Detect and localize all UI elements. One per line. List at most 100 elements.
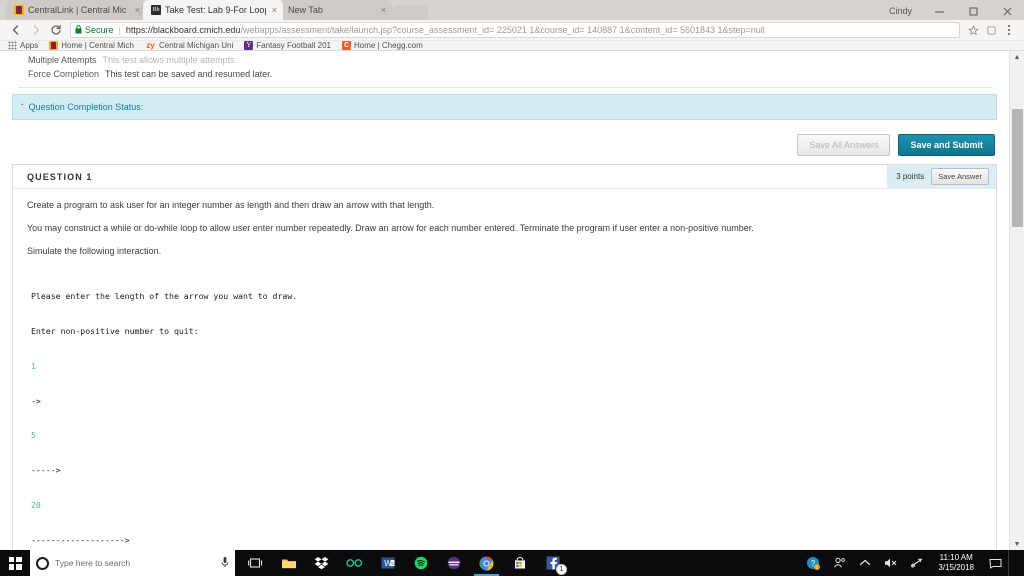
- yahoo-icon: Y: [244, 41, 254, 50]
- close-icon[interactable]: [990, 0, 1024, 22]
- browser-tab-new-tab[interactable]: New Tab ×: [280, 0, 392, 20]
- people-icon[interactable]: [826, 550, 852, 576]
- browser-tab-take-test[interactable]: Take Test: Lab 9-For Loop ×: [143, 0, 283, 20]
- secure-label: Secure: [85, 25, 114, 35]
- volume-muted-icon[interactable]: [878, 550, 904, 576]
- question-header: QUESTION 1 3 points Save Answer: [13, 165, 996, 189]
- windows-start-icon[interactable]: [0, 550, 30, 576]
- test-info-value: This test can be saved and resumed later…: [105, 69, 273, 79]
- back-arrow-icon[interactable]: [6, 20, 26, 40]
- facebook-icon[interactable]: 1: [536, 550, 569, 576]
- tab-title: New Tab: [288, 5, 323, 15]
- network-icon[interactable]: [904, 550, 930, 576]
- test-info-row-force-completion: Force Completion This test can be saved …: [28, 67, 1009, 81]
- clock-date: 3/15/2018: [938, 563, 974, 572]
- bookmark-star-icon[interactable]: [964, 21, 982, 39]
- bookmark-central-michigan-uni[interactable]: zy Central Michigan Uni: [145, 41, 233, 50]
- divider: [18, 87, 991, 88]
- tab-title: CentralLink | Central Mic: [28, 5, 127, 15]
- show-hidden-icons-icon[interactable]: [852, 550, 878, 576]
- system-tray: ?! 11:10 AM 3/15/2018: [800, 550, 1024, 576]
- console-line: 5: [31, 430, 36, 441]
- blackboard-test-page: Multiple Attempts This test allows multi…: [0, 51, 1009, 550]
- tab-strip: CentralLink | Central Mic × Take Test: L…: [0, 0, 1024, 20]
- scrollbar-thumb[interactable]: [1012, 109, 1023, 227]
- profile-name[interactable]: Cindy: [889, 6, 912, 16]
- chrome-window: CentralLink | Central Mic × Take Test: L…: [0, 0, 1024, 550]
- tab-close-icon[interactable]: ×: [272, 5, 277, 15]
- browser-toolbar: Secure | https://blackboard.cmich.edu/we…: [0, 20, 1024, 41]
- page-scrollbar[interactable]: ▲ ▼: [1009, 51, 1024, 550]
- action-center-icon[interactable]: [982, 550, 1008, 576]
- cmich-icon: [49, 41, 59, 50]
- address-bar[interactable]: Secure | https://blackboard.cmich.edu/we…: [70, 22, 960, 38]
- help-icon[interactable]: ?!: [800, 550, 826, 576]
- spotify-icon[interactable]: [404, 550, 437, 576]
- purple-app-icon[interactable]: [437, 550, 470, 576]
- question-completion-status-bar[interactable]: ˇ Question Completion Status:: [12, 94, 997, 120]
- show-desktop-button[interactable]: [1008, 550, 1022, 576]
- bookmark-label: Fantasy Football 201: [256, 41, 331, 50]
- svg-text:≡: ≡: [391, 561, 394, 567]
- scroll-down-icon[interactable]: ▼: [1010, 538, 1024, 550]
- microphone-icon[interactable]: [221, 556, 229, 571]
- reload-icon[interactable]: [46, 20, 66, 40]
- console-line: ----->: [31, 465, 61, 476]
- console-line: Enter non-positive number to quit:: [31, 325, 199, 336]
- taskbar-pinned-icons: W ≡ 1: [235, 550, 569, 576]
- bookmark-label: Home | Central Mich: [61, 41, 134, 50]
- lock-icon: [75, 24, 82, 36]
- minimize-icon[interactable]: [922, 0, 956, 22]
- forward-arrow-icon: [26, 20, 46, 40]
- test-info-label: Multiple Attempts: [28, 55, 97, 65]
- infinity-icon[interactable]: [338, 550, 371, 576]
- url-path: /webapps/assessment/take/launch.jsp?cour…: [240, 25, 765, 35]
- dropbox-icon[interactable]: [305, 550, 338, 576]
- maximize-icon[interactable]: [956, 0, 990, 22]
- new-tab-button[interactable]: [392, 5, 428, 20]
- chrome-icon[interactable]: [470, 550, 503, 576]
- word-icon[interactable]: W ≡: [371, 550, 404, 576]
- save-and-submit-button[interactable]: Save and Submit: [898, 134, 995, 156]
- save-answer-button[interactable]: Save Answer: [931, 168, 989, 185]
- bookmark-label: Home | Chegg.com: [353, 41, 423, 50]
- bookmark-fantasy-football[interactable]: Y Fantasy Football 201: [244, 41, 331, 50]
- cortana-circle-icon[interactable]: [36, 556, 49, 570]
- clock-time: 11:10 AM: [939, 553, 973, 562]
- search-placeholder: Type here to search: [55, 558, 131, 568]
- console-line: ------------------->: [31, 534, 130, 545]
- window-controls: Cindy: [889, 0, 1024, 22]
- bookmark-home-central-mich[interactable]: Home | Central Mich: [49, 41, 134, 50]
- apps-grid-icon: [8, 41, 17, 50]
- question-block-1: QUESTION 1 3 points Save Answer Create a…: [12, 164, 997, 550]
- microsoft-store-icon[interactable]: [503, 550, 536, 576]
- tab-close-icon[interactable]: ×: [381, 5, 386, 15]
- browser-tab-centrallink[interactable]: CentralLink | Central Mic ×: [6, 0, 146, 20]
- scroll-up-icon[interactable]: ▲: [1010, 51, 1024, 63]
- page-viewport: Multiple Attempts This test allows multi…: [0, 51, 1024, 550]
- question-paragraph: You may construct a while or do-while lo…: [27, 223, 754, 233]
- omnibox-divider: |: [118, 25, 121, 35]
- question-paragraph: Create a program to ask user for an inte…: [27, 200, 435, 210]
- chrome-menu-icon[interactable]: [1000, 21, 1018, 39]
- save-all-answers-button[interactable]: Save All Answers: [797, 134, 891, 156]
- test-info-row-multiple-attempts: Multiple Attempts This test allows multi…: [28, 53, 1009, 67]
- task-view-icon[interactable]: [239, 550, 272, 576]
- bookmark-apps[interactable]: Apps: [8, 41, 38, 50]
- console-line: 1: [31, 360, 36, 371]
- cmich-favicon: [14, 5, 24, 15]
- bookmark-chegg[interactable]: C Home | Chegg.com: [341, 41, 423, 50]
- test-info-value: This test allows multiple attempts.: [102, 55, 238, 65]
- search-input[interactable]: Type here to search: [30, 550, 235, 576]
- extension-icon[interactable]: [982, 21, 1000, 39]
- question-number-label: QUESTION 1: [27, 171, 93, 182]
- question-points: 3 points: [896, 172, 925, 181]
- tab-title: Take Test: Lab 9-For Loop: [165, 5, 266, 15]
- svg-text:!: !: [817, 565, 818, 570]
- bookmark-label: Central Michigan Uni: [159, 41, 234, 50]
- console-simulation: Please enter the length of the arrow you…: [31, 268, 982, 550]
- file-explorer-icon[interactable]: [272, 550, 305, 576]
- console-line: Please enter the length of the arrow you…: [31, 291, 298, 302]
- taskbar-clock[interactable]: 11:10 AM 3/15/2018: [930, 550, 982, 576]
- chevron-down-icon[interactable]: ˇ: [21, 103, 24, 112]
